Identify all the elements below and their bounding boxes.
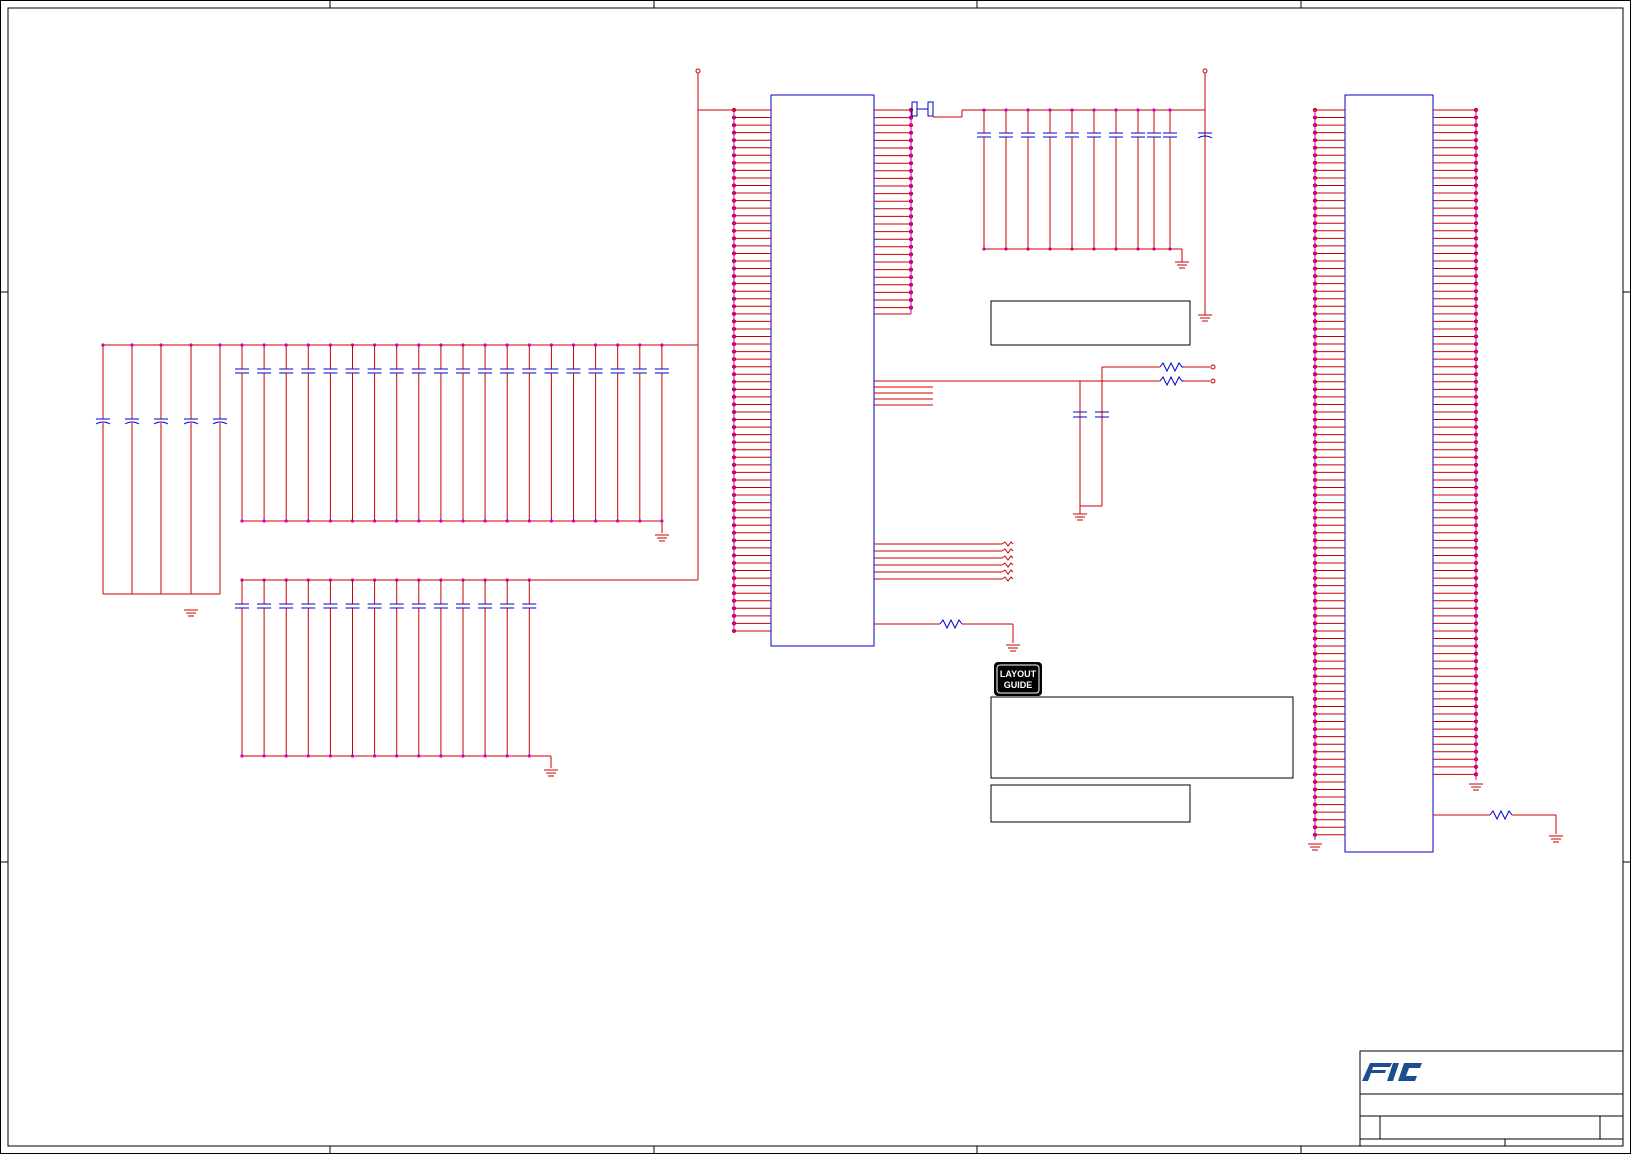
main-ic-left-pins xyxy=(731,107,771,634)
junction-dot xyxy=(350,754,355,758)
company-logo xyxy=(1362,1063,1422,1081)
junction-dot xyxy=(594,519,598,523)
junction-dot xyxy=(638,519,642,523)
junction-dot xyxy=(417,519,421,523)
junction-dot xyxy=(373,519,377,523)
junction-dot xyxy=(505,519,509,523)
junction-dot xyxy=(571,519,576,523)
junction-dot xyxy=(240,519,244,523)
title-block xyxy=(1359,1050,1624,1147)
ferrite-bead xyxy=(874,101,963,118)
junction-dot xyxy=(483,754,487,758)
junction-dot xyxy=(395,754,399,758)
junction-dot xyxy=(505,754,509,758)
junction-dot xyxy=(328,519,332,523)
junction-dot xyxy=(527,519,531,523)
schematic-sheet: LAYOUT GUIDE xyxy=(0,0,1631,1154)
sheet-border xyxy=(0,0,1631,1154)
array-resistor xyxy=(1001,562,1014,568)
main-ic-right-pins xyxy=(874,107,914,310)
array-resistor xyxy=(1001,569,1014,575)
junction-dot xyxy=(395,519,399,523)
junction-dot xyxy=(262,519,266,523)
junction-dot xyxy=(549,519,554,523)
junction-dot xyxy=(461,519,465,523)
layout-guide-badge: LAYOUT GUIDE xyxy=(994,662,1042,696)
junction-dot xyxy=(527,754,531,758)
decoupling-cap-bank-left xyxy=(95,343,662,595)
junction-dot xyxy=(439,754,443,758)
note-box-layout xyxy=(990,696,1294,779)
load-capacitors xyxy=(1073,411,1109,418)
array-resistor xyxy=(1001,541,1014,547)
resistor-array xyxy=(874,541,1014,582)
junction-dot xyxy=(306,519,310,523)
pulldown-resistor-main xyxy=(874,618,1014,643)
decoupling-cap-bank-row1 xyxy=(235,343,669,533)
junction-dot xyxy=(284,754,288,758)
junction-dot xyxy=(616,519,620,523)
junction-dot xyxy=(373,754,377,758)
array-resistor xyxy=(1001,548,1014,554)
junction-dot xyxy=(240,754,244,758)
junction-dot xyxy=(461,754,465,758)
junction-dot xyxy=(417,754,421,758)
decoupling-cap-bank-top xyxy=(977,108,1177,251)
junction-dot xyxy=(328,754,332,758)
main-ic-body xyxy=(770,94,875,647)
layout-guide-line1: LAYOUT xyxy=(1000,669,1037,679)
pulldown-resistor-connector xyxy=(1433,809,1557,834)
connector-ic-body xyxy=(1344,94,1434,853)
junction-dot xyxy=(306,754,310,758)
note-box-2 xyxy=(990,784,1191,823)
junction-dot xyxy=(483,519,487,523)
junction-dot xyxy=(284,519,288,523)
connector-ic-pins xyxy=(1312,107,1479,837)
array-resistor xyxy=(1001,555,1014,561)
junction-dot xyxy=(660,519,664,523)
junction-dot xyxy=(262,754,266,758)
decoupling-cap-bank-row2 xyxy=(235,578,552,768)
junction-dot xyxy=(350,519,355,523)
junction-dot xyxy=(439,519,443,523)
signal-network-mid xyxy=(874,366,1210,514)
power-port-left xyxy=(242,68,734,581)
array-resistor xyxy=(1001,576,1014,582)
note-box-1 xyxy=(990,300,1191,346)
layout-guide-line2: GUIDE xyxy=(1004,680,1033,690)
